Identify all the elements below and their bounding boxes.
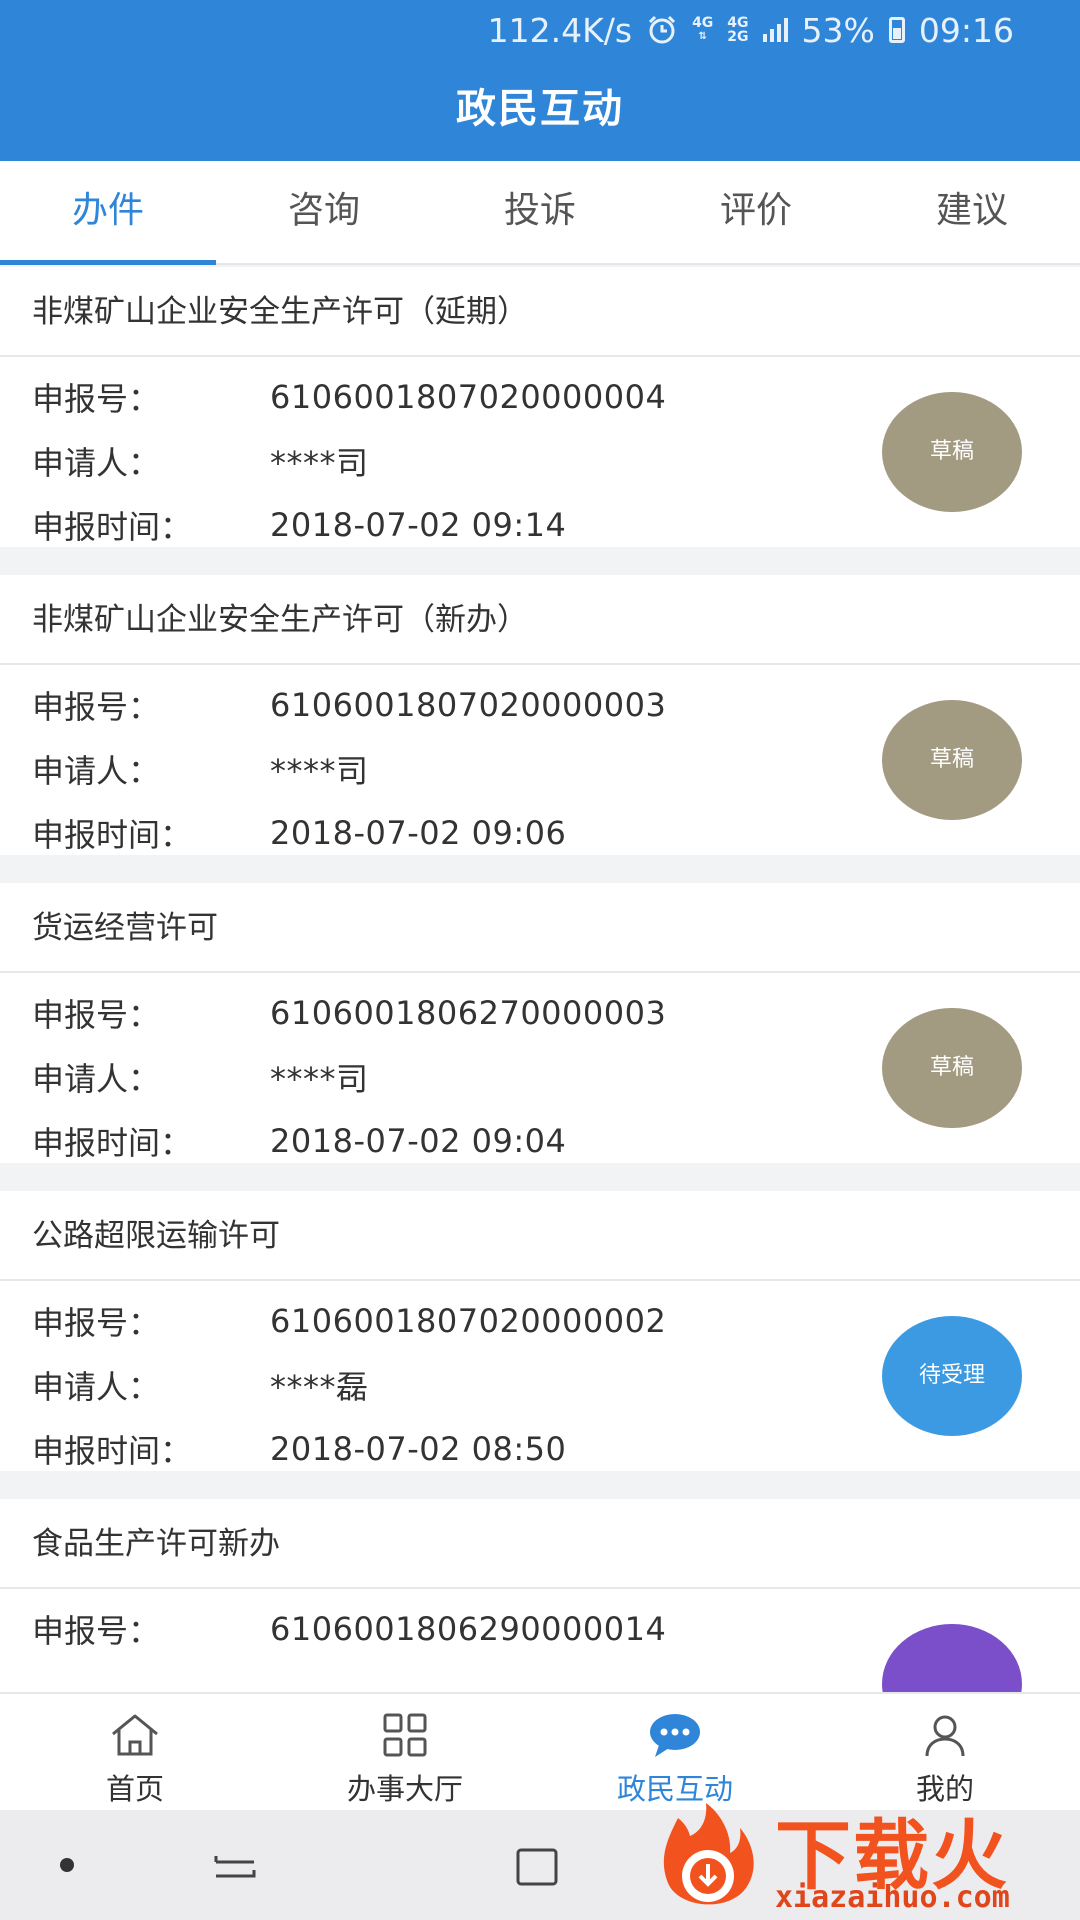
nav-home-label: 首页 [105,1772,164,1806]
applicant-label: 申请人： [32,752,161,790]
record-card[interactable]: 非煤矿山企业安全生产许可（延期） 申报号： 6106001807020000004… [0,267,1080,547]
record-body: 申报号： 6106001807020000004 申请人： ****司 申报时间： 2… [0,357,1080,547]
recent-apps-icon[interactable] [210,1840,260,1888]
nav-hall-label: 办事大厅 [346,1772,463,1806]
applicant-label: 申请人： [32,1060,161,1098]
nav-dot-icon[interactable] [60,1858,74,1872]
tab-bar: 办件 咨询 投诉 评价 建议 [0,161,1080,265]
record-title: 非煤矿山企业安全生产许可（新办） [0,575,1080,665]
battery-icon [888,17,905,43]
watermark-url: xiazaihuo.com [775,1880,1010,1915]
record-applicant: ****司 [270,752,369,790]
time-label: 申报时间： [32,508,193,546]
record-body: 申报号： 6106001806270000003 申请人： ****司 申报时间： 2… [0,973,1080,1163]
record-card[interactable]: 公路超限运输许可 申报号： 6106001807020000002 申请人： ***… [0,1191,1080,1471]
app-header: 112.4K/s 4G ⇅ 4G 2G 53% 09:16 政民互动 [0,0,1080,161]
time-label: 申报时间： [32,816,193,854]
record-list: 非煤矿山企业安全生产许可（延期） 申报号： 6106001807020000004… [0,267,1080,1692]
record-card[interactable]: 非煤矿山企业安全生产许可（新办） 申报号： 6106001807020000003… [0,575,1080,855]
record-applicant: ****司 [270,444,369,482]
alarm-icon [646,14,678,46]
tab-banjian[interactable]: 办件 [0,161,216,265]
time-label: 申报时间： [32,1432,193,1470]
battery-percent: 53% [801,10,875,50]
number-label: 申报号： [32,688,161,726]
signal-icon [762,18,788,42]
4g-icon: 4G ⇅ [692,15,714,42]
home-button-icon[interactable] [514,1846,560,1892]
status-badge[interactable]: 草稿 [882,392,1022,512]
applicant-label: 申请人： [32,444,161,482]
number-label: 申报号： [32,1304,161,1342]
record-number: 6106001806270000003 [270,994,667,1032]
record-number: 6106001806290000014 [270,1610,667,1648]
grid-icon [376,1710,434,1760]
number-label: 申报号： [32,380,161,418]
tab-jianyi[interactable]: 建议 [864,161,1080,263]
tab-tousu[interactable]: 投诉 [432,161,648,263]
dual-network-icon: 4G 2G [727,15,749,45]
tab-zixun[interactable]: 咨询 [216,161,432,263]
chat-icon [646,1710,704,1760]
record-time: 2018-07-02 09:06 [270,814,567,852]
network-speed: 112.4K/s [487,10,633,50]
record-body: 申报号： 6106001806290000014 [0,1589,1080,1692]
page-title: 政民互动 [456,86,624,132]
clock: 09:16 [918,10,1014,50]
tab-pingjia[interactable]: 评价 [648,161,864,263]
record-applicant: ****司 [270,1060,369,1098]
status-badge[interactable]: 待受理 [882,1316,1022,1436]
number-label: 申报号： [32,1612,161,1650]
watermark: 下载火 xiazaihuo.com [640,1780,1080,1920]
status-badge[interactable]: 草稿 [882,1008,1022,1128]
user-icon [916,1710,974,1760]
record-title: 非煤矿山企业安全生产许可（延期） [0,267,1080,357]
record-card[interactable]: 货运经营许可 申报号： 6106001806270000003 申请人： ****司… [0,883,1080,1163]
status-bar: 112.4K/s 4G ⇅ 4G 2G 53% 09:16 [488,10,1014,50]
record-number: 6106001807020000004 [270,378,667,416]
home-icon [106,1710,164,1760]
record-body: 申报号： 6106001807020000003 申请人： ****司 申报时间： 2… [0,665,1080,855]
record-card[interactable]: 食品生产许可新办 申报号： 6106001806290000014 [0,1499,1080,1692]
record-time: 2018-07-02 08:50 [270,1430,567,1468]
number-label: 申报号： [32,996,161,1034]
nav-hall[interactable]: 办事大厅 [270,1694,540,1810]
record-applicant: ****磊 [270,1368,369,1406]
record-number: 6106001807020000002 [270,1302,667,1340]
record-title: 食品生产许可新办 [0,1499,1080,1589]
record-time: 2018-07-02 09:04 [270,1122,567,1160]
applicant-label: 申请人： [32,1368,161,1406]
record-title: 公路超限运输许可 [0,1191,1080,1281]
watermark-logo-icon [648,1798,766,1916]
record-title: 货运经营许可 [0,883,1080,973]
nav-home[interactable]: 首页 [0,1694,270,1810]
record-time: 2018-07-02 09:14 [270,506,567,544]
time-label: 申报时间： [32,1124,193,1162]
record-number: 6106001807020000003 [270,686,667,724]
record-body: 申报号： 6106001807020000002 申请人： ****磊 申报时间： 2… [0,1281,1080,1471]
status-badge[interactable]: 草稿 [882,700,1022,820]
